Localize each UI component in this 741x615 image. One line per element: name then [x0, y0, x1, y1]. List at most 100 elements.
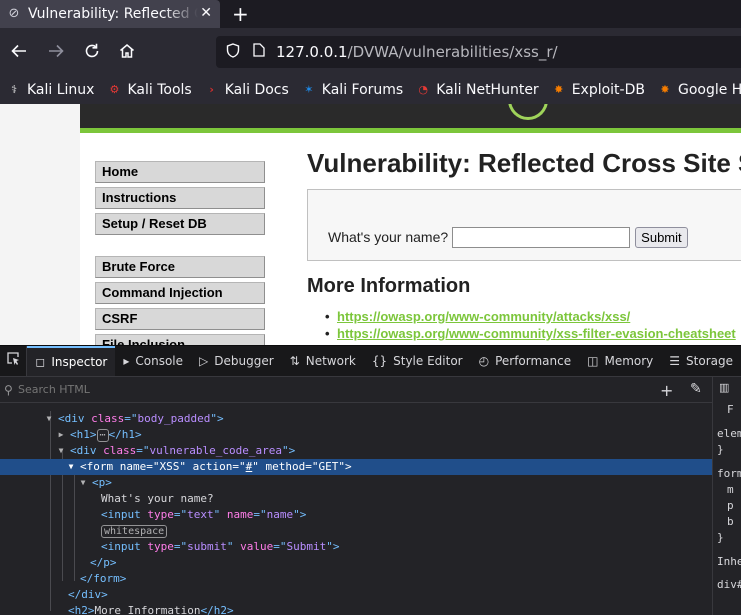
rules-text: } [717, 531, 724, 544]
menu-item-file-inclusion[interactable]: File Inclusion [95, 334, 265, 345]
markup-row[interactable]: </form> [0, 571, 712, 587]
devtools-tab-inspector[interactable]: ◻ Inspector [27, 346, 116, 376]
rules-text: m [727, 483, 734, 496]
whitespace-badge: whitespace [101, 525, 168, 538]
more-information-heading: More Information [307, 275, 471, 297]
markup-row[interactable]: </div> [0, 587, 712, 603]
bookmark-google-hacking-db[interactable]: ✸ Google Hacking DB [657, 82, 741, 98]
kali-docs-icon: › [209, 83, 214, 96]
layout-icon[interactable]: ▥ [719, 381, 729, 394]
collapse-arrow-icon[interactable]: ▼ [78, 475, 88, 491]
bookmark-label: Kali Docs [224, 82, 289, 98]
menu-gap [95, 239, 265, 256]
reload-icon [85, 43, 99, 58]
devtools-tab-style-editor[interactable]: {} Style Editor [364, 346, 471, 376]
page-viewport: Home Instructions Setup / Reset DB Brute F… [0, 104, 741, 345]
menu-item-instructions[interactable]: Instructions [95, 187, 265, 209]
markup-row[interactable]: <h2>More Information</h2> [0, 603, 712, 615]
menu-item-setup-reset-db[interactable]: Setup / Reset DB [95, 213, 265, 235]
url-path: /DVWA/vulnerabilities/xss_r/ [347, 43, 558, 61]
collapse-arrow-icon[interactable]: ▼ [44, 411, 54, 427]
devtools-tab-debugger[interactable]: ▷ Debugger [191, 346, 282, 376]
markup-row[interactable]: ▼ <div class="vulnerable_code_area"> [0, 443, 712, 459]
eyedropper-icon[interactable]: ✎ [690, 381, 702, 397]
page-info-icon[interactable] [246, 43, 272, 61]
markup-view: ▼ <div class="body_padded"> ▶ <h1> ⋯ </h1>… [0, 403, 712, 615]
markup-row[interactable]: </p> [0, 555, 712, 571]
element-picker-button[interactable] [0, 346, 28, 376]
search-html-input[interactable] [18, 383, 578, 396]
new-tab-button[interactable]: + [232, 2, 249, 26]
owasp-link[interactable]: https://owasp.org/www-community/xss-filt… [325, 325, 741, 342]
collapse-arrow-icon[interactable]: ▼ [56, 443, 66, 459]
forward-button[interactable] [47, 42, 65, 65]
markup-row[interactable]: ▶ <h1> ⋯ </h1> [0, 427, 712, 443]
vulnerable-code-area: What's your name? Submit [307, 189, 741, 261]
bookmark-kali-tools[interactable]: ⚙ Kali Tools [106, 82, 192, 98]
devtools-tab-label: Performance [495, 354, 572, 368]
markup-row[interactable]: whitespace [0, 523, 712, 539]
kali-forums-icon: ✶ [304, 83, 314, 96]
name-prompt-label: What's your name? [328, 229, 449, 245]
ghdb-icon: ✸ [660, 83, 670, 96]
bookmark-kali-nethunter[interactable]: ◔ Kali NetHunter [415, 82, 538, 98]
url-bar[interactable]: 127.0.0.1/DVWA/vulnerabilities/xss_r/ [216, 36, 741, 68]
attr-name-value: name [266, 508, 294, 521]
search-icon: ⚲ [4, 382, 13, 397]
text-node: What's your name? [101, 492, 214, 505]
element-picker-icon [7, 351, 20, 365]
devtools-tab-label: Memory [604, 354, 654, 368]
bookmark-exploit-db[interactable]: ✸ Exploit-DB [551, 82, 645, 98]
home-button[interactable] [118, 42, 136, 65]
devtools-panel: ◻ Inspector ▸ Console ▷ Debugger ⇅ Network {} Sty… [0, 345, 741, 615]
menu-item-brute-force[interactable]: Brute Force [95, 256, 265, 278]
collapsed-content-badge[interactable]: ⋯ [96, 429, 109, 442]
network-icon: ⇅ [289, 354, 300, 368]
markup-row[interactable]: ▼ <p> [0, 475, 712, 491]
menu-group-main: Home Instructions Setup / Reset DB [95, 161, 265, 235]
bookmark-kali-forums[interactable]: ✶ Kali Forums [301, 82, 403, 98]
tracking-protection-shield-icon[interactable] [226, 42, 246, 62]
dvwa-logo-swoosh [508, 104, 548, 120]
close-tab-icon[interactable]: ✕ [200, 5, 212, 21]
main-content: Vulnerability: Reflected Cross Site Scri… [307, 148, 741, 342]
tab-dvwa[interactable]: ⊘ Vulnerability: Reflected Cross Site Sc… [0, 0, 220, 28]
devtools-tab-console[interactable]: ▸ Console [115, 346, 191, 376]
reload-button[interactable] [83, 42, 101, 65]
devtools-tab-performance[interactable]: ◴ Performance [471, 346, 580, 376]
markup-row[interactable]: ▼ <div class="body_padded"> [0, 411, 712, 427]
name-input[interactable] [452, 226, 631, 248]
debugger-icon: ▷ [199, 354, 209, 368]
add-node-button[interactable]: + [660, 381, 673, 400]
dvwa-favicon-icon: ⊘ [8, 6, 20, 21]
back-button[interactable] [10, 42, 28, 65]
menu-item-home[interactable]: Home [95, 161, 265, 183]
markup-row-selected[interactable]: ▼ <form name="XSS" action="#" method="GE… [0, 459, 712, 475]
bookmark-label: Google Hacking DB [677, 82, 741, 98]
devtools-tab-label: Storage [686, 354, 733, 368]
tab-strip: ⊘ Vulnerability: Reflected Cross Site Sc… [0, 0, 741, 28]
html-search-bar: ⚲ + ✎ [0, 377, 712, 403]
collapse-arrow-icon[interactable]: ▼ [66, 459, 76, 475]
bookmark-kali-docs[interactable]: › Kali Docs [204, 82, 289, 98]
bookmark-label: Kali Forums [321, 82, 404, 98]
attr-class-value: vulnerable_code_area [149, 444, 282, 457]
menu-item-csrf[interactable]: CSRF [95, 308, 265, 330]
devtools-tab-memory[interactable]: ◫ Memory [579, 346, 661, 376]
rules-sidebar: ▥ Felem} form m p b} Inhe div# [713, 377, 741, 615]
menu-item-command-injection[interactable]: Command Injection [95, 282, 265, 304]
devtools-tab-network[interactable]: ⇅ Network [282, 346, 364, 376]
text-node: More Information [94, 604, 201, 615]
expand-arrow-icon[interactable]: ▶ [56, 427, 66, 443]
devtools-toolbar: ◻ Inspector ▸ Console ▷ Debugger ⇅ Network {} Sty… [0, 346, 741, 377]
markup-row[interactable]: <input type="text" name="name"> [0, 507, 712, 523]
bookmark-kali-linux[interactable]: ⚕ Kali Linux [6, 82, 94, 98]
owasp-link[interactable]: https://owasp.org/www-community/attacks/… [325, 308, 741, 325]
rules-text: div# [717, 578, 741, 591]
bookmark-label: Exploit-DB [571, 82, 645, 98]
markup-row[interactable]: <input type="submit" value="Submit"> [0, 539, 712, 555]
devtools-tab-storage[interactable]: ☰ Storage [661, 346, 741, 376]
markup-row[interactable]: What's your name? [0, 491, 712, 507]
attr-value-value: Submit [286, 540, 327, 553]
submit-button[interactable]: Submit [635, 226, 688, 248]
